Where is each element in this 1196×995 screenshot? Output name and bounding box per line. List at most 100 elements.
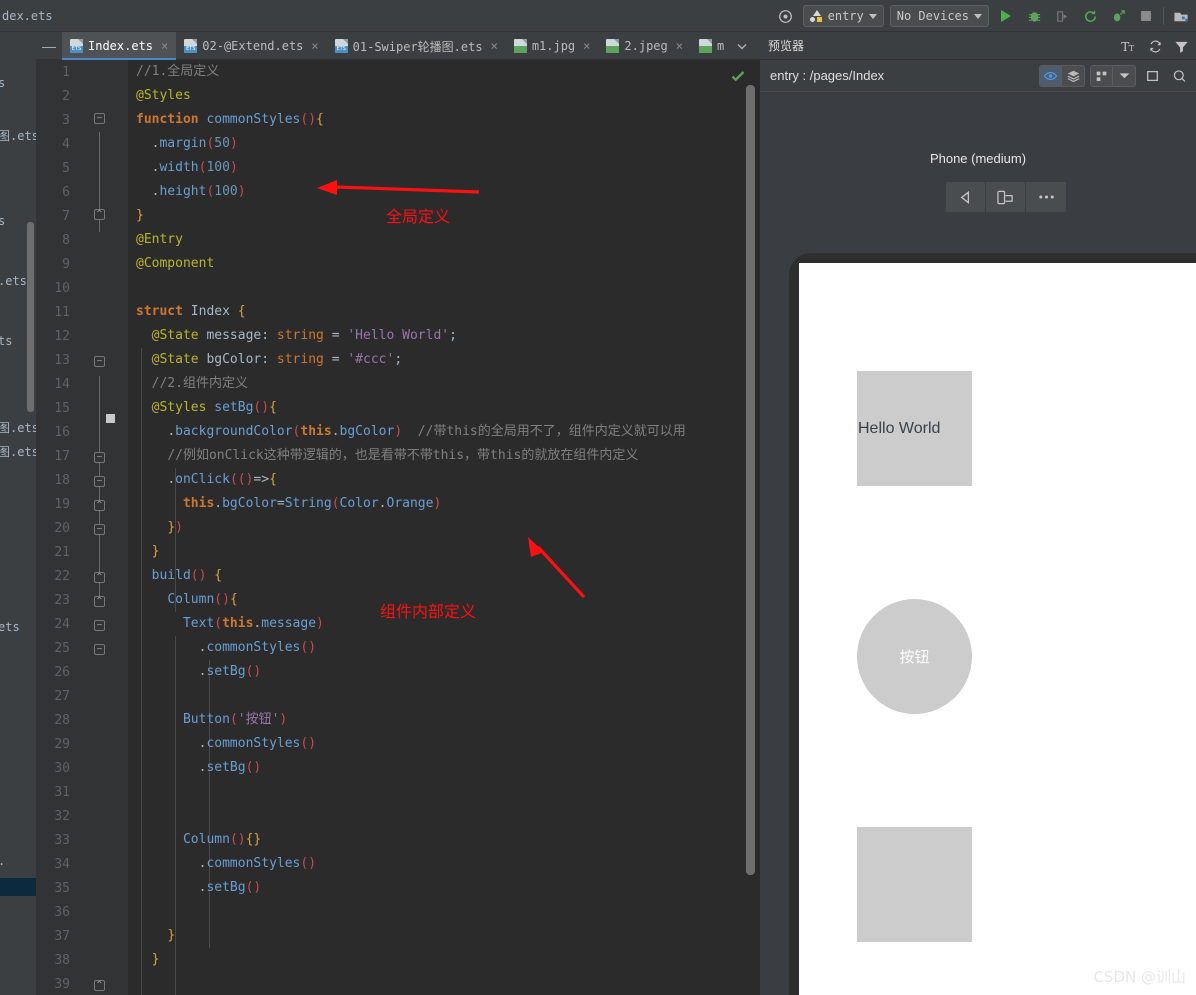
run-configuration-select[interactable]: entry: [802, 5, 884, 27]
hide-tool-window-button[interactable]: —: [36, 32, 62, 59]
line-number: 24: [54, 617, 70, 632]
fold-marker-line3[interactable]: −: [94, 113, 105, 124]
close-icon[interactable]: ×: [491, 39, 498, 53]
project-tree-item[interactable]: 图.ets: [0, 418, 36, 436]
fold-marker-line7[interactable]: ⌃: [94, 209, 105, 220]
editor-tab-label: Index.ets: [88, 39, 154, 53]
fold-marker-line18[interactable]: −: [94, 524, 105, 535]
bookmark-square-icon[interactable]: [106, 414, 115, 423]
line-number: 15: [54, 401, 70, 416]
project-tree-item[interactable]: ets: [0, 618, 36, 636]
project-tree-item[interactable]: 图.ets: [0, 126, 36, 144]
preview-text-component[interactable]: Hello World: [857, 371, 972, 486]
fold-marker-line17[interactable]: ⌃: [94, 500, 105, 511]
fold-marker-line11[interactable]: −: [94, 356, 105, 367]
close-icon[interactable]: ×: [676, 39, 683, 53]
code-line: //例如onClick这种带逻辑的，也是看带不带this，带this的就放在组件…: [167, 448, 639, 463]
frame-icon[interactable]: [1141, 66, 1163, 86]
project-tree-scrollbar[interactable]: [27, 222, 34, 412]
line-number: 8: [62, 233, 70, 248]
filter-icon[interactable]: [1170, 36, 1192, 56]
close-icon[interactable]: ×: [583, 39, 590, 53]
editor-tab[interactable]: ETS 01-Swiper轮播图.ets ×: [327, 32, 506, 60]
line-number: 29: [54, 737, 70, 752]
project-tree-strip[interactable]: s 图.ets s .ets ts 图.ets 图.ets ets.: [0, 32, 36, 995]
close-icon[interactable]: ×: [311, 39, 318, 53]
rerun-button[interactable]: [1079, 5, 1101, 27]
project-tree-item-label: .: [0, 854, 5, 868]
project-tree-item[interactable]: s: [0, 74, 36, 92]
line-number: 22: [54, 569, 70, 584]
fold-marker-line21[interactable]: ⌃: [94, 596, 105, 607]
target-icon[interactable]: [775, 5, 797, 27]
line-number: 31: [54, 785, 70, 800]
grid-layout-icon[interactable]: [1091, 65, 1113, 86]
project-tree-item[interactable]: [0, 46, 36, 64]
previewer-toolbar: TT: [1118, 32, 1192, 60]
code-line: }): [167, 520, 183, 535]
editor-tab-label: m1.jpg: [531, 39, 576, 53]
run-configuration-label: entry: [827, 9, 864, 23]
fold-marker-line20[interactable]: ⌃: [94, 572, 105, 583]
font-size-icon[interactable]: TT: [1118, 36, 1140, 56]
editor-gutter[interactable]: 1 2 3 4 5 6 7 8 9 10 11 12 13 14 15 16 17 18 19 20 21 22 23 24 2…: [36, 60, 128, 995]
preview-button-component[interactable]: 按钮: [857, 599, 972, 714]
editor-tab-label: 2.jpeg: [624, 39, 668, 53]
editor-tab[interactable]: m1.jpg ×: [506, 32, 599, 60]
global-define-annotation: 全局定义: [386, 207, 451, 226]
run-button[interactable]: [995, 5, 1017, 27]
more-options-icon[interactable]: [1026, 182, 1066, 212]
fold-marker-line23[interactable]: −: [94, 644, 105, 655]
line-number: 9: [62, 257, 70, 272]
inspector-eye-icon[interactable]: [1040, 65, 1062, 86]
code-line: Text(this.message): [182, 616, 324, 631]
chevron-down-icon: [974, 13, 982, 19]
debug-button[interactable]: [1023, 5, 1045, 27]
editor-tab[interactable]: m: [691, 32, 732, 60]
fold-marker-line22[interactable]: −: [94, 620, 105, 631]
close-icon[interactable]: ×: [161, 39, 168, 53]
chevron-down-icon[interactable]: [1113, 66, 1135, 86]
code-line: .commonStyles(): [198, 856, 317, 871]
fold-marker-line15[interactable]: −: [94, 452, 105, 463]
profile-button[interactable]: [1107, 5, 1129, 27]
refresh-icon[interactable]: [1144, 36, 1166, 56]
editor-tab[interactable]: ETS Index.ets ×: [62, 32, 177, 60]
line-number: 35: [54, 881, 70, 896]
code-line: .onClick(()=>{: [167, 472, 277, 487]
previewer-tab-bar: 预览器 TT: [760, 32, 1196, 60]
stop-button[interactable]: [1135, 5, 1157, 27]
zoom-out-icon[interactable]: [1168, 66, 1190, 86]
attach-debugger-button[interactable]: [1051, 5, 1073, 27]
project-tree-item[interactable]: 图.ets: [0, 442, 36, 460]
module-icon: [809, 10, 823, 22]
line-number: 32: [54, 809, 70, 824]
phone-screen[interactable]: Hello World 按钮: [799, 263, 1196, 995]
device-label: Phone (medium): [929, 151, 1027, 166]
svg-text:T: T: [1128, 43, 1134, 53]
code-editor[interactable]: 1 2 3 4 5 6 7 8 9 10 11 12 13 14 15 16 17 18 19 20 21 22 23 24 2…: [36, 60, 760, 995]
device-manager-button[interactable]: [1170, 5, 1192, 27]
editor-vertical-scrollbar[interactable]: [746, 85, 755, 875]
editor-tab[interactable]: ETS 02-@Extend.ets ×: [176, 32, 326, 60]
component-inner-arrow: [528, 537, 586, 599]
previewer-title: 预览器: [768, 39, 805, 53]
title-file-path: dex.ets: [2, 8, 53, 23]
line-number: 19: [54, 497, 70, 512]
project-tree-item-label: ets: [0, 620, 20, 634]
project-tree-item[interactable]: .: [0, 852, 36, 870]
tab-overflow-chevron-down-icon[interactable]: [732, 32, 752, 59]
checkmark-ok-icon[interactable]: [730, 68, 746, 84]
layers-icon[interactable]: [1062, 66, 1084, 86]
project-tree-item[interactable]: [0, 100, 36, 118]
previewer-canvas: Phone (medium) Hello World 按钮 CSDN @训山: [760, 92, 1196, 995]
preview-column-component[interactable]: [857, 827, 972, 942]
previous-device-icon[interactable]: [946, 182, 986, 212]
fold-marker-line37[interactable]: ⌃: [94, 980, 105, 991]
project-tree-item[interactable]: [0, 878, 36, 896]
line-number: 4: [62, 137, 70, 152]
device-select[interactable]: No Devices: [889, 5, 989, 27]
rotate-device-icon[interactable]: [986, 182, 1026, 212]
editor-tab[interactable]: 2.jpeg ×: [598, 32, 691, 60]
fold-marker-line16[interactable]: −: [94, 476, 105, 487]
